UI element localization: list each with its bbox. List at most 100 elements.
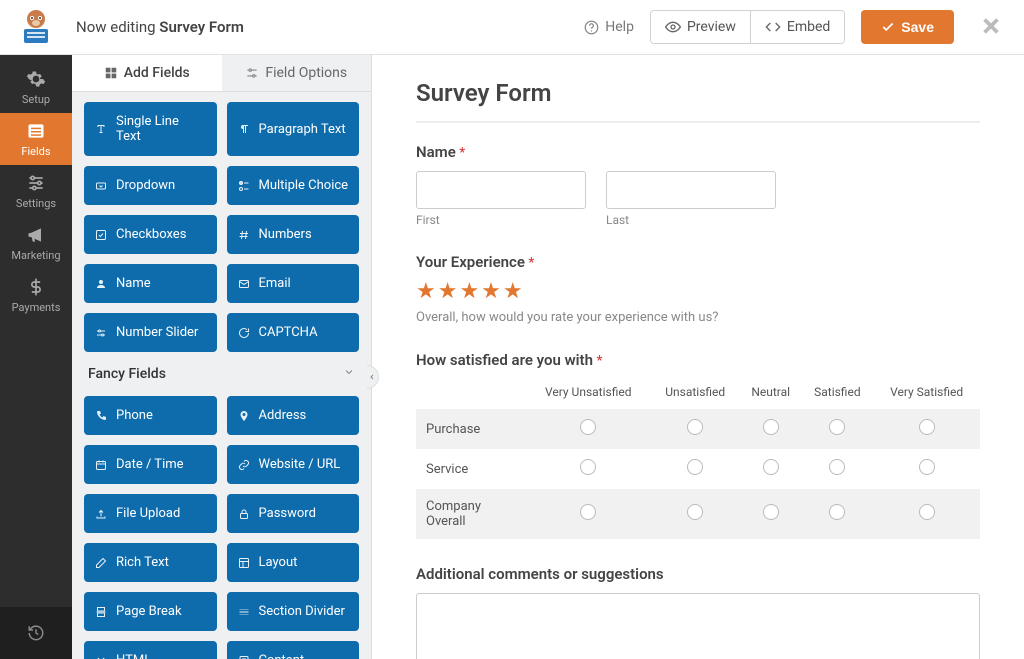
field-html[interactable]: HTML [84,641,217,659]
datetime-icon [94,459,108,471]
field-label: Number Slider [116,325,198,340]
field-address[interactable]: Address [227,396,360,435]
html-icon [94,655,108,659]
experience-label: Your Experience [416,253,525,271]
content-icon [237,655,251,659]
comments-textarea[interactable] [416,593,980,659]
likert-radio[interactable] [829,504,845,520]
field-password[interactable]: Password [227,494,360,533]
fancy-fields-header[interactable]: Fancy Fields [84,352,359,386]
panel-scroll[interactable]: Single Line Text Paragraph Text Dropdown Mu… [72,92,371,659]
likert-radio[interactable] [829,419,845,435]
rail-fields-label: Fields [21,145,50,158]
check-icon [881,20,895,34]
field-name[interactable]: Name [84,264,217,303]
field-label: Rich Text [116,555,169,570]
likert-radio[interactable] [687,459,703,475]
field-checkboxes[interactable]: Checkboxes [84,215,217,254]
rail-settings[interactable]: Settings [0,165,72,217]
field-number-slider[interactable]: Number Slider [84,313,217,352]
topbar: Now editing Survey Form Help Preview Emb… [0,0,1024,55]
likert-radio[interactable] [919,419,935,435]
required-marker: * [528,255,534,271]
likert-radio[interactable] [580,459,596,475]
field-label: Section Divider [259,604,345,619]
field-label: Content [259,653,305,659]
field-date-time[interactable]: Date / Time [84,445,217,484]
likert-col-header: Very Satisfied [873,379,980,409]
satisfaction-field[interactable]: How satisfied are you with * Very Unsati… [416,351,980,539]
likert-radio[interactable] [687,504,703,520]
save-label: Save [901,19,934,35]
rating-stars[interactable]: ★★★★★ [416,279,980,304]
rail-marketing-label: Marketing [11,249,60,262]
experience-field[interactable]: Your Experience * ★★★★★ Overall, how wou… [416,253,980,325]
field-label: Paragraph Text [259,122,346,137]
gear-icon [26,69,46,89]
likert-radio[interactable] [580,419,596,435]
field-page-break[interactable]: Page Break [84,592,217,631]
likert-radio[interactable] [919,459,935,475]
comments-field[interactable]: Additional comments or suggestions [416,565,980,659]
rail-setup[interactable]: Setup [0,61,72,113]
field-email[interactable]: Email [227,264,360,303]
field-rich-text[interactable]: Rich Text [84,543,217,582]
required-marker: * [459,145,465,161]
field-label: Password [259,506,316,521]
likert-radio[interactable] [763,419,779,435]
preview-embed-group: Preview Embed [650,10,845,44]
field-label: Phone [116,408,153,423]
likert-radio[interactable] [829,459,845,475]
last-sublabel: Last [606,213,776,227]
tab-field-options[interactable]: Field Options [222,55,372,91]
divider [416,121,980,123]
field-content[interactable]: Content [227,641,360,659]
embed-button[interactable]: Embed [750,11,844,43]
likert-row: Company Overall [416,489,980,539]
field-multiple-choice[interactable]: Multiple Choice [227,166,360,205]
code-icon [765,19,781,35]
close-button[interactable] [980,15,1002,41]
rail-fields[interactable]: Fields [0,113,72,165]
field-label: Page Break [116,604,182,619]
help-link[interactable]: Help [584,19,634,35]
likert-radio[interactable] [763,504,779,520]
rail-payments[interactable]: Payments [0,269,72,321]
preview-button[interactable]: Preview [651,11,750,43]
field-captcha[interactable]: CAPTCHA [227,313,360,352]
slider-icon [94,327,108,339]
likert-radio[interactable] [580,504,596,520]
field-label: Dropdown [116,178,175,193]
likert-radio[interactable] [763,459,779,475]
last-name-input[interactable] [606,171,776,209]
rail-payments-label: Payments [12,301,61,314]
field-dropdown[interactable]: Dropdown [84,166,217,205]
panel-tabs: Add Fields Field Options [72,55,371,92]
field-section-divider[interactable]: Section Divider [227,592,360,631]
likert-row: Purchase [416,409,980,449]
form-canvas[interactable]: Survey Form Name * First Last You [372,55,1024,659]
first-name-input[interactable] [416,171,586,209]
editing-prefix: Now editing [76,18,159,36]
name-field[interactable]: Name * First Last [416,143,980,227]
field-file-upload[interactable]: File Upload [84,494,217,533]
field-phone[interactable]: Phone [84,396,217,435]
rail-marketing[interactable]: Marketing [0,217,72,269]
likert-col-header: Neutral [740,379,802,409]
editing-form-name: Survey Form [159,18,244,36]
field-layout[interactable]: Layout [227,543,360,582]
editing-label: Now editing Survey Form [76,18,244,36]
likert-radio[interactable] [919,504,935,520]
likert-radio[interactable] [687,419,703,435]
field-website-url[interactable]: Website / URL [227,445,360,484]
field-single-line-text[interactable]: Single Line Text [84,102,217,156]
field-numbers[interactable]: Numbers [227,215,360,254]
name-icon [94,278,108,290]
field-paragraph-text[interactable]: Paragraph Text [227,102,360,156]
rail-history[interactable] [0,607,72,659]
grid-icon [104,66,118,80]
app-logo [16,7,56,47]
paragraph-icon [237,123,251,135]
tab-add-fields[interactable]: Add Fields [72,55,222,91]
save-button[interactable]: Save [861,10,954,44]
